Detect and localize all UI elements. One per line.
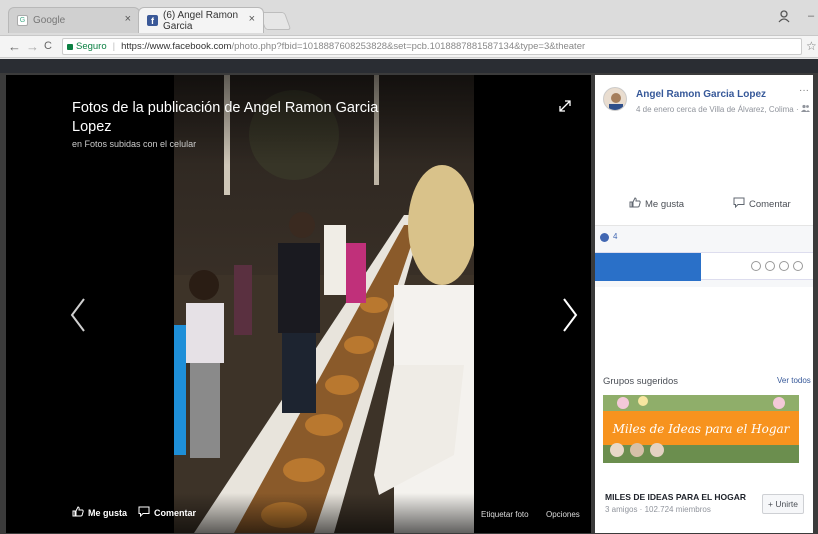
profile-icon[interactable] <box>778 10 790 26</box>
url-path: /photo.php?fbid=1018887608253828&set=pcb… <box>231 41 586 52</box>
group-cover-image[interactable]: Miles de Ideas para el Hogar <box>603 395 799 463</box>
comment-label: Comentar <box>154 507 197 518</box>
album-link[interactable]: en Fotos subidas con el celular <box>72 139 196 149</box>
like-count[interactable]: 4 <box>613 232 617 241</box>
forward-arrow-icon[interactable]: → <box>26 39 39 54</box>
gif-icon[interactable] <box>779 261 789 271</box>
panel-comment-button[interactable]: Comentar <box>733 197 791 211</box>
join-group-button[interactable]: + Unirte <box>762 494 804 514</box>
bookmark-star-icon[interactable]: ☆ <box>806 39 817 53</box>
see-all-link[interactable]: Ver todos <box>777 376 811 385</box>
post-meta: 4 de enero cerca de Villa de Álvarez, Co… <box>636 104 810 114</box>
emoji-icon[interactable] <box>751 261 761 271</box>
reload-icon[interactable]: C <box>44 40 52 52</box>
tab-title: Google <box>33 15 66 26</box>
expand-fullscreen-icon[interactable] <box>558 99 572 113</box>
group-banner-text: Miles de Ideas para el Hogar <box>612 422 791 436</box>
group-name-link[interactable]: MILES DE IDEAS PARA EL HOGAR <box>605 492 746 502</box>
group-meta: 3 amigos · 102.724 miembros <box>605 505 711 514</box>
photo-comment-button[interactable]: Comentar <box>138 506 196 519</box>
sticker-icon[interactable] <box>793 261 803 271</box>
comment-input-highlight <box>595 253 701 281</box>
avatar[interactable] <box>603 87 627 111</box>
secure-label: Seguro <box>76 41 107 52</box>
comment-bubble-icon <box>733 197 745 211</box>
poster-name-link[interactable]: Angel Ramon Garcia Lopez <box>636 89 766 100</box>
tag-photo-link[interactable]: Etiquetar foto <box>481 510 529 519</box>
back-arrow-icon[interactable]: ← <box>8 39 21 54</box>
url-input[interactable]: Seguro | https://www.facebook.com /photo… <box>62 38 802 55</box>
facebook-header-strip <box>0 59 818 73</box>
minimize-icon[interactable]: – <box>808 10 814 22</box>
close-tab-icon[interactable]: × <box>125 13 131 25</box>
post-date-location: 4 de enero cerca de Villa de Álvarez, Co… <box>636 105 801 114</box>
url-separator: | <box>112 41 116 52</box>
like-label: Me gusta <box>645 198 685 210</box>
post-actions: Me gusta Comentar <box>595 197 813 217</box>
like-reaction-icon <box>600 233 609 242</box>
reactions-section: 4 <box>595 225 813 287</box>
browser-address-bar: ← → C Seguro | https://www.facebook.com … <box>0 36 818 58</box>
photo-info-panel: Angel Ramon Garcia Lopez 4 de enero cerc… <box>595 75 813 533</box>
tab-facebook[interactable]: f (6) Angel Ramon Garcia × <box>138 7 264 33</box>
comment-composer[interactable] <box>595 252 813 281</box>
lock-icon <box>67 43 73 50</box>
suggested-groups-heading: Grupos sugeridos <box>603 376 678 387</box>
photo-stage: Fotos de la publicación de Angel Ramon G… <box>6 75 591 533</box>
previous-photo-arrow-icon[interactable] <box>68 295 88 335</box>
comment-attachment-icons <box>751 261 803 271</box>
next-photo-arrow-icon[interactable] <box>560 295 580 335</box>
browser-tab-bar: G Google × f (6) Angel Ramon Garcia × – <box>0 0 818 36</box>
thumbs-up-icon <box>72 506 84 519</box>
url-host: https://www.facebook.com <box>121 41 232 52</box>
close-tab-icon[interactable]: × <box>249 13 255 25</box>
friends-audience-icon <box>800 104 810 114</box>
comment-label: Comentar <box>749 198 791 210</box>
more-options-icon[interactable]: ··· <box>799 85 809 96</box>
panel-like-button[interactable]: Me gusta <box>629 197 684 211</box>
photo-title: Fotos de la publicación de Angel Ramon G… <box>72 100 379 135</box>
like-label: Me gusta <box>88 507 128 518</box>
google-favicon-icon: G <box>17 15 28 26</box>
thumbs-up-icon <box>629 197 641 211</box>
photo-like-button[interactable]: Me gusta <box>72 506 127 519</box>
photo-theater: Fotos de la publicación de Angel Ramon G… <box>0 59 818 534</box>
tab-title: (6) Angel Ramon Garcia <box>163 9 239 32</box>
tab-google[interactable]: G Google × <box>8 7 140 33</box>
camera-icon[interactable] <box>765 261 775 271</box>
facebook-favicon-icon: f <box>147 15 158 26</box>
options-link[interactable]: Opciones <box>546 510 580 519</box>
comment-bubble-icon <box>138 506 150 519</box>
